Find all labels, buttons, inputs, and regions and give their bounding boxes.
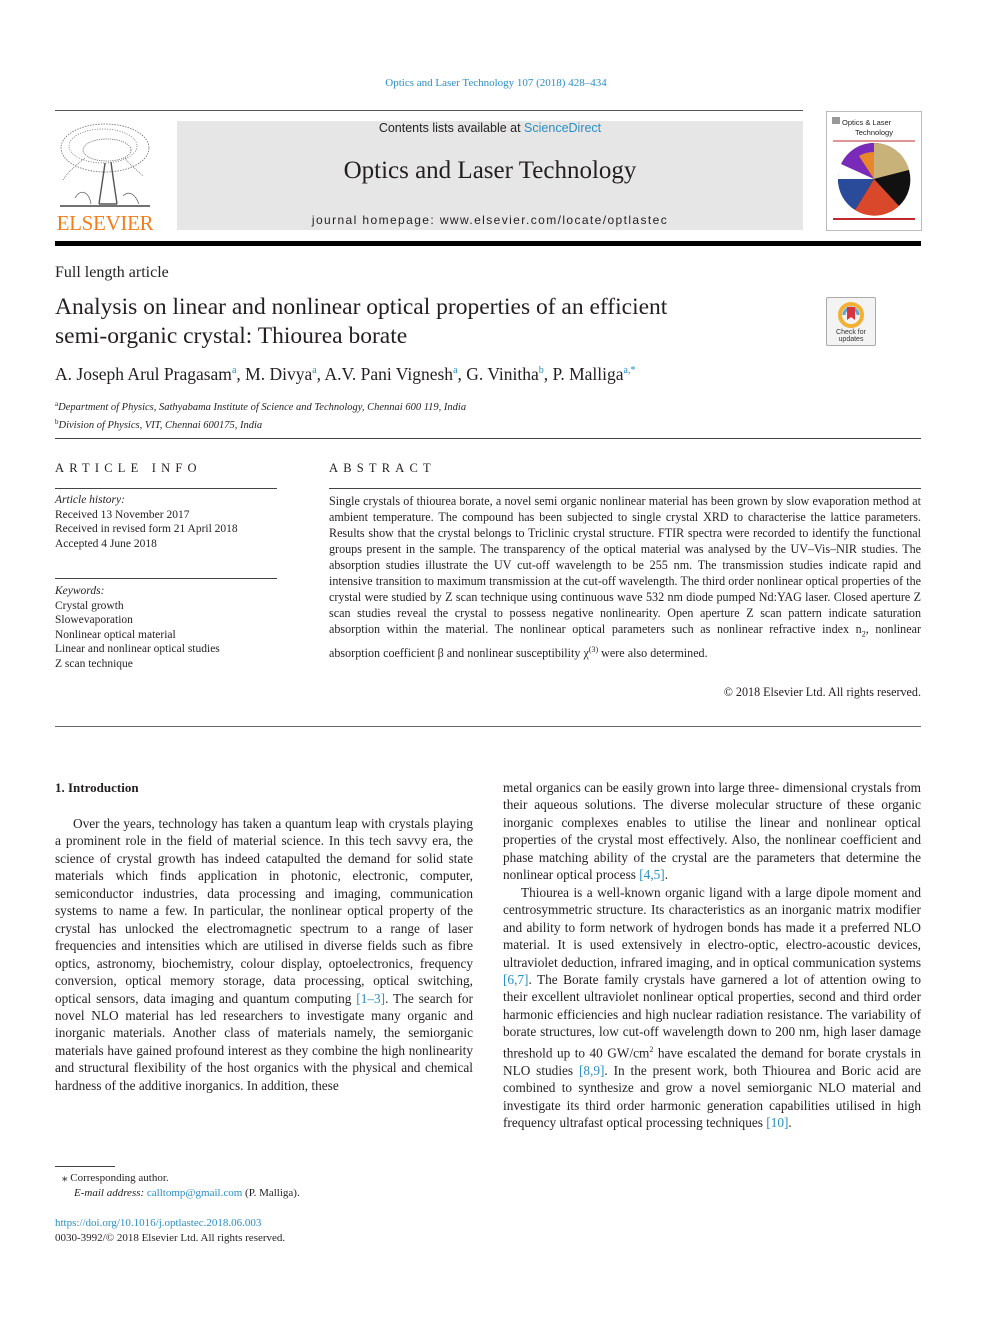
author-list: A. Joseph Arul Pragasama, M. Divyaa, A.V…	[55, 364, 636, 384]
author-affiliation-link[interactable]: a,*	[624, 365, 636, 376]
cover-title-line2: Technology	[855, 128, 893, 137]
superscript: (3)	[588, 645, 599, 655]
check-for-updates-icon: Check for updates	[836, 302, 867, 343]
section-rule	[55, 726, 921, 727]
author-affiliation-link[interactable]: a	[232, 365, 236, 376]
keyword-item: Nonlinear optical material	[55, 628, 176, 641]
journal-cover-thumbnail[interactable]: Optics & Laser Technology	[826, 111, 922, 231]
email-note: E-mail address: calltomp@gmail.com (P. M…	[62, 1186, 300, 1201]
abstract-rule	[329, 488, 921, 489]
article-info-heading: ARTICLE INFO	[55, 461, 202, 475]
author-affiliation-link[interactable]: b	[539, 365, 544, 376]
keyword-item: Z scan technique	[55, 657, 133, 670]
homepage-url-link[interactable]: www.elsevier.com/locate/optlastec	[440, 213, 668, 227]
abstract-heading: ABSTRACT	[329, 461, 436, 475]
history-label: Article history:	[55, 494, 125, 506]
author-name[interactable]: A.V. Pani Vignesh	[324, 364, 453, 384]
header-thick-rule	[55, 241, 921, 246]
footnotes: ⁎ Corresponding author. E-mail address: …	[62, 1171, 300, 1201]
contents-prefix: Contents lists available at	[378, 121, 525, 135]
article-title: Analysis on linear and nonlinear optical…	[55, 293, 795, 351]
keywords-list: Keywords: Crystal growth Slowevaporation…	[55, 584, 220, 671]
paragraph-text: Thiourea is a well-known organic ligand …	[503, 884, 921, 970]
article-title-line2: semi-organic crystal: Thiourea borate	[55, 323, 408, 349]
body-column-right: metal organics can be easily grown into …	[503, 779, 921, 1131]
issn-copyright: 0030-3992/© 2018 Elsevier Ltd. All right…	[55, 1232, 286, 1244]
journal-citation-link[interactable]: Optics and Laser Technology 107 (2018) 4…	[0, 77, 992, 89]
affiliation-item: aDepartment of Physics, Sathyabama Insti…	[55, 397, 466, 415]
affiliation-text: Department of Physics, Sathyabama Instit…	[58, 402, 467, 413]
paragraph: Thiourea is a well-known organic ligand …	[503, 884, 921, 1132]
keywords-rule	[55, 578, 277, 579]
section-rule	[55, 438, 921, 439]
history-item: Received in revised form 21 April 2018	[55, 523, 238, 535]
paragraph-text: .	[664, 867, 669, 883]
article-info-rule	[55, 488, 277, 489]
author-name[interactable]: M. Divya	[245, 364, 312, 384]
citation-link[interactable]: [4,5]	[639, 867, 664, 882]
header-rule	[55, 110, 803, 111]
author-name[interactable]: A. Joseph Arul Pragasam	[55, 364, 232, 384]
corresponding-author-note: ⁎ Corresponding author.	[62, 1171, 300, 1186]
article-title-line1: Analysis on linear and nonlinear optical…	[55, 294, 668, 320]
keyword-item: Crystal growth	[55, 599, 124, 612]
journal-title: Optics and Laser Technology	[343, 157, 637, 184]
section-heading-introduction: 1. Introduction	[55, 780, 139, 795]
email-link[interactable]: calltomp@gmail.com	[147, 1187, 242, 1199]
abstract-text-part: were also determined.	[598, 646, 708, 661]
history-item: Accepted 4 June 2018	[55, 537, 157, 550]
body-column-left: Over the years, technology has taken a q…	[55, 815, 473, 1094]
footnote-marker: ⁎	[62, 1172, 68, 1184]
history-item: Received 13 November 2017	[55, 508, 190, 521]
author-name[interactable]: G. Vinitha	[466, 364, 539, 384]
check-for-updates-button[interactable]: Check for updates	[826, 297, 876, 346]
journal-homepage-line: journal homepage: www.elsevier.com/locat…	[177, 213, 803, 227]
doi-link[interactable]: https://doi.org/10.1016/j.optlastec.2018…	[55, 1216, 285, 1231]
paragraph-text: Over the years, technology has taken a q…	[55, 816, 473, 1006]
keyword-item: Slowevaporation	[55, 614, 133, 626]
check-updates-line2: updates	[839, 336, 864, 343]
affiliation-text: Division of Physics, VIT, Chennai 600175…	[58, 420, 263, 431]
tree-icon	[60, 123, 150, 207]
journal-banner: Contents lists available at ScienceDirec…	[177, 121, 803, 230]
author-affiliation-link[interactable]: a	[312, 365, 316, 376]
paragraph-text: metal organics can be easily grown into …	[503, 780, 921, 883]
affiliations: aDepartment of Physics, Sathyabama Insti…	[55, 397, 466, 433]
author-affiliation-link[interactable]: a	[453, 365, 457, 376]
footnote-text: Corresponding author.	[70, 1172, 169, 1184]
citation-link[interactable]: [1–3]	[356, 991, 385, 1006]
abstract-text-part: Single crystals of thiourea borate, a no…	[329, 494, 921, 636]
paragraph: Over the years, technology has taken a q…	[55, 815, 473, 1094]
cover-title-line1: Optics & Laser	[842, 118, 892, 127]
citation-link[interactable]: [8,9]	[579, 1063, 604, 1078]
article-type: Full length article	[55, 264, 169, 281]
keywords-label: Keywords:	[55, 585, 105, 597]
homepage-prefix: journal homepage:	[311, 213, 440, 227]
citation-link[interactable]: [10]	[766, 1115, 788, 1130]
email-owner: (P. Malliga).	[242, 1187, 300, 1199]
contents-available-line: Contents lists available at ScienceDirec…	[177, 121, 803, 135]
journal-cover-image: Optics & Laser Technology	[832, 117, 915, 220]
check-updates-line1: Check for	[836, 329, 867, 336]
footnote-rule	[55, 1166, 115, 1167]
sciencedirect-link[interactable]: ScienceDirect	[524, 121, 601, 135]
paragraph: metal organics can be easily grown into …	[503, 779, 921, 884]
keyword-item: Linear and nonlinear optical studies	[55, 643, 220, 655]
abstract-text: Single crystals of thiourea borate, a no…	[329, 493, 921, 661]
affiliation-item: bDivision of Physics, VIT, Chennai 60017…	[55, 415, 466, 433]
article-history: Article history: Received 13 November 20…	[55, 493, 238, 551]
author-name[interactable]: P. Malliga	[553, 364, 624, 384]
doi-block: https://doi.org/10.1016/j.optlastec.2018…	[55, 1216, 285, 1246]
elsevier-wordmark: ELSEVIER	[56, 211, 154, 235]
abstract-copyright: © 2018 Elsevier Ltd. All rights reserved…	[723, 685, 921, 699]
paragraph-text: .	[788, 1115, 792, 1131]
citation-link[interactable]: [6,7]	[503, 972, 528, 987]
email-label: E-mail address:	[74, 1187, 147, 1199]
